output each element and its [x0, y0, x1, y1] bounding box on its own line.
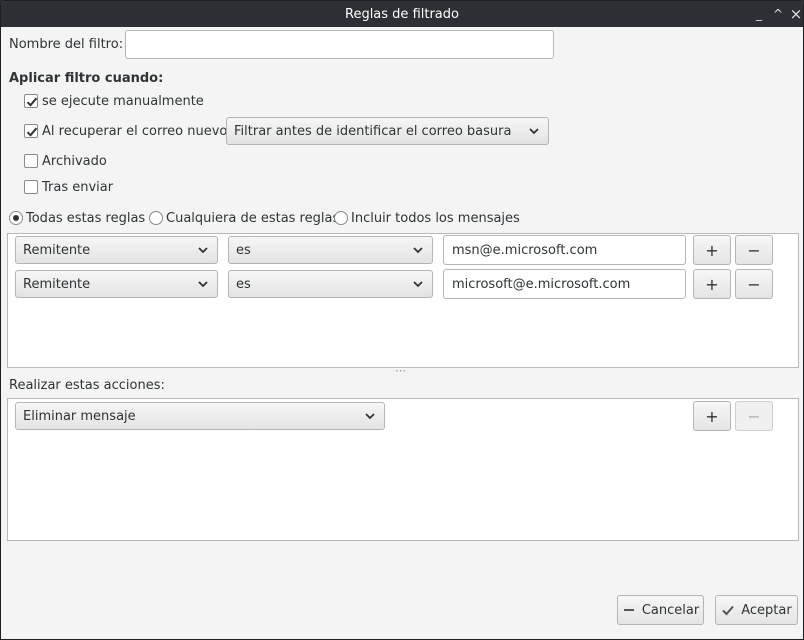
rule-value-input[interactable]: msn@e.microsoft.com — [443, 235, 686, 265]
rule-field-dropdown[interactable]: Remitente — [15, 236, 218, 264]
rule-field-value: Remitente — [23, 276, 91, 292]
filter-name-label: Nombre del filtro: — [9, 37, 124, 52]
remove-rule-button[interactable]: − — [735, 269, 773, 299]
chevron-down-icon — [365, 413, 375, 420]
fetch-timing-value: Filtrar antes de identificar el correo b… — [234, 123, 512, 139]
checkmark-icon — [722, 605, 735, 616]
manual-run-checkbox[interactable] — [24, 94, 38, 108]
match-all-radio[interactable] — [9, 211, 23, 225]
chevron-down-icon — [198, 247, 208, 254]
checkmark-icon — [26, 97, 38, 107]
fetch-timing-dropdown[interactable]: Filtrar antes de identificar el correo b… — [226, 117, 549, 145]
filter-name-input[interactable] — [125, 30, 554, 59]
on-fetch-label: Al recuperar el correo nuevo: — [42, 124, 232, 139]
window-title: Reglas de filtrado — [345, 6, 459, 22]
minus-icon — [623, 609, 634, 611]
apply-filter-heading: Aplicar filtro cuando: — [9, 71, 164, 86]
rule-field-dropdown[interactable]: Remitente — [15, 270, 218, 298]
cancel-button[interactable]: Cancelar — [617, 595, 704, 625]
action-value: Eliminar mensaje — [23, 408, 136, 424]
splitter-handle[interactable]: ⋯ — [395, 364, 406, 377]
after-send-checkbox[interactable] — [24, 180, 38, 194]
add-rule-button[interactable]: + — [693, 235, 731, 265]
add-action-button[interactable]: + — [693, 401, 731, 431]
cancel-label: Cancelar — [641, 602, 700, 618]
on-fetch-checkbox[interactable] — [24, 124, 38, 138]
rule-operator-dropdown[interactable]: es — [228, 270, 433, 298]
archived-label: Archivado — [42, 154, 107, 169]
actions-heading: Realizar estas acciones: — [9, 378, 165, 393]
close-icon[interactable]: × — [786, 4, 803, 24]
radio-selected-dot — [13, 215, 19, 221]
add-rule-button[interactable]: + — [693, 269, 731, 299]
match-any-label: Cualquiera de estas reglas — [166, 211, 340, 226]
action-dropdown[interactable]: Eliminar mensaje — [15, 402, 385, 430]
title-bar: Reglas de filtrado _ ^ × — [1, 1, 803, 27]
rule-operator-dropdown[interactable]: es — [228, 236, 433, 264]
rule-value-input[interactable]: microsoft@e.microsoft.com — [443, 269, 686, 299]
rule-operator-value: es — [236, 276, 251, 292]
match-all-label: Todas estas reglas — [26, 211, 146, 226]
chevron-down-icon — [413, 247, 423, 254]
match-all-messages-label: Incluir todos los mensajes — [351, 211, 520, 226]
chevron-down-icon — [198, 281, 208, 288]
chevron-down-icon — [529, 128, 539, 135]
rule-operator-value: es — [236, 242, 251, 258]
accept-button[interactable]: Aceptar — [715, 595, 798, 625]
checkmark-icon — [26, 127, 38, 137]
filter-rules-dialog: Reglas de filtrado _ ^ × Nombre del filt… — [0, 0, 804, 640]
match-any-radio[interactable] — [149, 211, 163, 225]
remove-rule-button[interactable]: − — [735, 235, 773, 265]
manual-run-label: se ejecute manualmente — [42, 94, 204, 109]
remove-action-button[interactable]: − — [735, 401, 773, 431]
after-send-label: Tras enviar — [42, 180, 114, 195]
accept-label: Aceptar — [741, 602, 792, 618]
match-all-messages-radio[interactable] — [334, 211, 348, 225]
rule-field-value: Remitente — [23, 242, 91, 258]
archived-checkbox[interactable] — [24, 154, 38, 168]
chevron-down-icon — [413, 281, 423, 288]
minimize-icon[interactable]: _ — [749, 4, 769, 24]
maximize-icon[interactable]: ^ — [768, 4, 788, 24]
